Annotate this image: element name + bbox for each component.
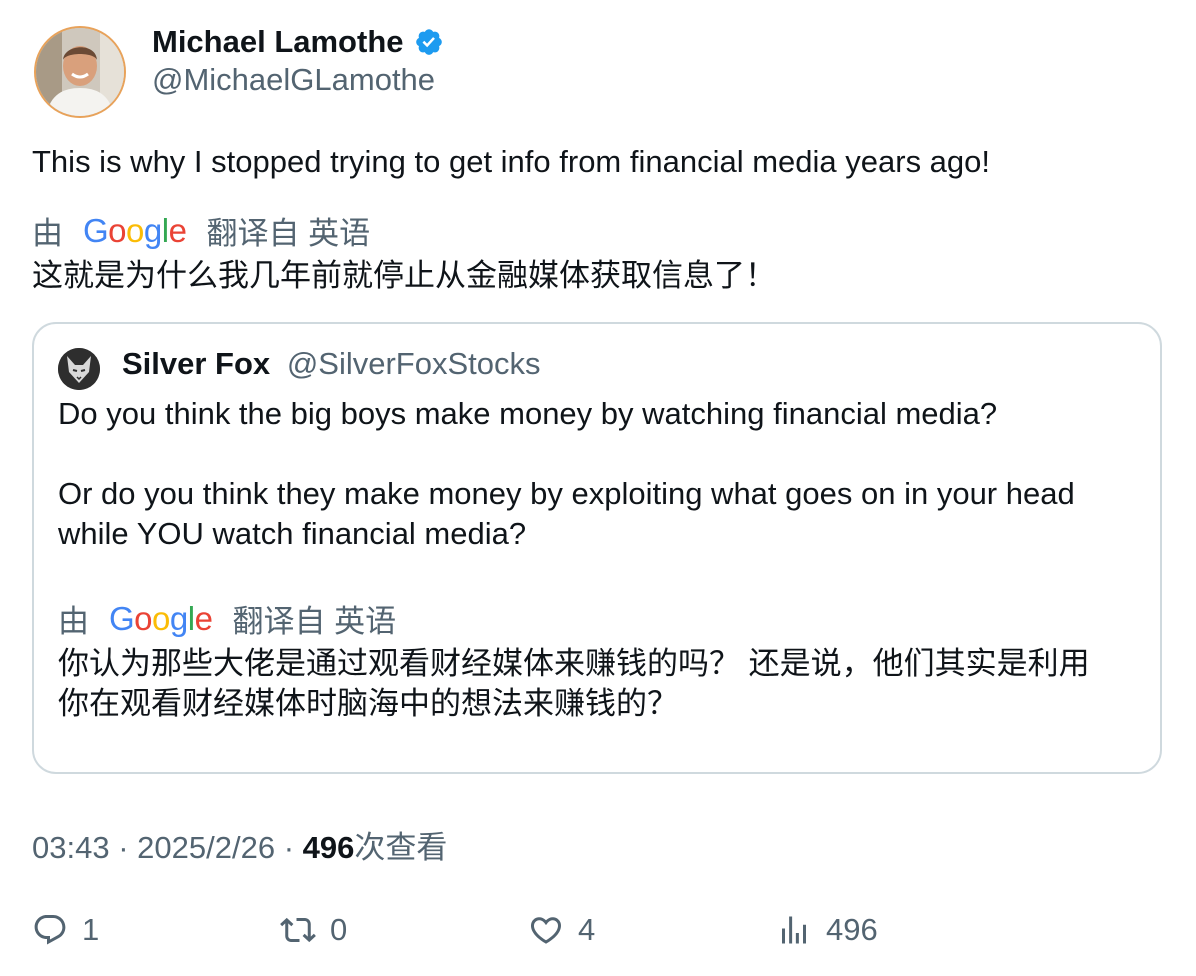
google-logo: Google xyxy=(109,599,213,637)
action-bar: 1 0 4 496 xyxy=(32,908,1132,952)
quoted-author-handle: @SilverFoxStocks xyxy=(286,346,541,381)
translation-suffix: 翻译自 英语 xyxy=(206,216,371,251)
tweet-text: This is why I stopped trying to get info… xyxy=(32,144,991,179)
translation-prefix: 由 xyxy=(58,604,89,639)
quoted-tweet-card[interactable]: Silver Fox @SilverFoxStocks Do you think… xyxy=(32,322,1162,774)
quoted-translated-line: 你在观看财经媒体时脑海中的想法来赚钱的？ xyxy=(58,686,678,721)
author-avatar[interactable] xyxy=(36,28,124,116)
translation-prefix: 由 xyxy=(32,216,63,251)
reply-icon xyxy=(34,915,66,945)
translated-tweet-text: 这就是为什么我几年前就停止从金融媒体获取信息了！ xyxy=(32,258,776,293)
analytics-icon xyxy=(782,916,806,944)
tweet-meta: 03:43 · 2025/2/26 · 496次查看 xyxy=(32,822,447,867)
quoted-text-line: Do you think the big boys make money by … xyxy=(58,396,998,431)
repost-button[interactable]: 0 xyxy=(280,908,347,952)
meta-separator: · xyxy=(118,830,129,865)
tweet-date[interactable]: 2025/2/26 xyxy=(137,830,275,865)
views-action-count: 496 xyxy=(826,912,878,947)
quoted-text-line: while YOU watch financial media? xyxy=(58,516,527,551)
quoted-tweet-text: Do you think the big boys make money by … xyxy=(58,394,1075,554)
tweet-time[interactable]: 03:43 xyxy=(32,830,110,865)
like-count: 4 xyxy=(578,912,596,947)
like-button[interactable]: 4 xyxy=(528,908,595,952)
reply-count: 1 xyxy=(82,912,100,947)
translation-suffix: 翻译自 英语 xyxy=(232,604,397,639)
author-avatar-image xyxy=(36,28,124,116)
quoted-author-header: Silver Fox @SilverFoxStocks xyxy=(122,346,541,382)
author-name-text: Michael Lamothe xyxy=(152,24,404,59)
reply-button[interactable]: 1 xyxy=(32,908,99,952)
author-handle[interactable]: @MichaelGLamothe xyxy=(152,62,435,98)
quoted-translation-attribution: 由 Google 翻译自 英语 xyxy=(58,596,396,641)
verified-badge-icon xyxy=(415,29,442,55)
quoted-author-name: Silver Fox xyxy=(122,346,271,381)
quoted-author-avatar xyxy=(58,348,100,390)
views-label: 次查看 xyxy=(354,830,448,865)
translation-attribution: 由 Google 翻译自 英语 xyxy=(32,208,370,253)
heart-icon xyxy=(530,917,562,944)
meta-separator: · xyxy=(283,830,295,865)
views-count: 496 xyxy=(302,830,355,865)
quoted-translated-line: 你认为那些大佬是通过观看财经媒体来赚钱的吗？ 还是说，他们其实是利用 xyxy=(58,646,1090,681)
repost-icon xyxy=(280,917,316,943)
google-logo: Google xyxy=(83,211,187,249)
fox-logo-icon xyxy=(58,348,100,390)
views-button[interactable]: 496 xyxy=(776,908,878,952)
quoted-text-blank xyxy=(58,434,1075,474)
quoted-text-line: Or do you think they make money by explo… xyxy=(58,476,1075,511)
repost-count: 0 xyxy=(330,912,348,947)
author-display-name[interactable]: Michael Lamothe xyxy=(152,22,444,62)
